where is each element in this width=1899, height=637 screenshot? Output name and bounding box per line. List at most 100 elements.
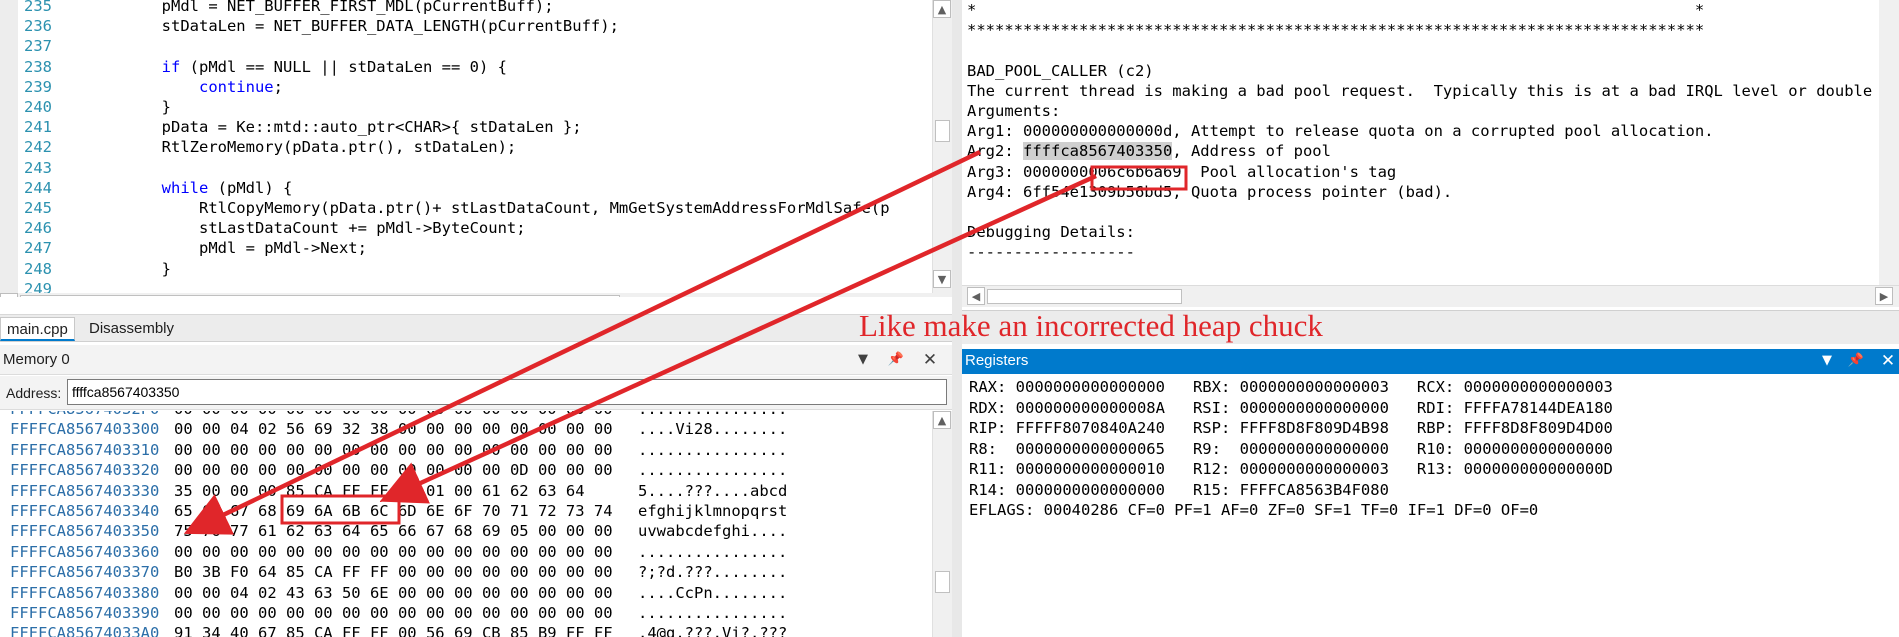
table-row: FFFFCA85674033A0 91 34 40 67 85 CA FF FF … <box>0 623 930 637</box>
memory-ascii: ................ <box>638 411 787 419</box>
scroll-right-icon[interactable]: ▶ <box>1875 287 1893 305</box>
code-line: 238 if (pMdl == NULL || stDataLen == 0) … <box>0 57 930 77</box>
memory-ascii: ?;?d.???........ <box>638 563 788 582</box>
scroll-left-icon[interactable]: ◀ <box>0 293 18 297</box>
code-line: 247 pMdl = pMdl->Next; <box>0 238 930 258</box>
memory-hex-bytes[interactable]: 00 00 00 00 00 00 00 00 00 00 00 00 00 0… <box>174 542 613 562</box>
memory-ascii: ....CcPn........ <box>638 583 788 602</box>
code-text-rest: (pMdl) { <box>208 178 293 197</box>
code-text: } <box>87 98 171 116</box>
registers-view[interactable]: RAX: 0000000000000000 RBX: 0000000000000… <box>962 375 1899 637</box>
code-line: 246 stLastDataCount += pMdl->ByteCount; <box>0 218 930 238</box>
code-editor[interactable]: 235 pMdl = NET_BUFFER_FIRST_MDL(pCurrent… <box>0 0 952 297</box>
code-keyword: continue <box>198 77 274 96</box>
memory-scroll-thumb[interactable] <box>935 571 950 593</box>
code-text: pMdl = pMdl->Next; <box>87 239 367 258</box>
line-number: 237 <box>24 37 52 56</box>
tab-main-cpp[interactable]: main.cpp <box>0 317 75 341</box>
code-text: if (pMdl == NULL || stDataLen == 0) { <box>87 57 507 77</box>
memory-hex-bytes[interactable]: 00 00 00 00 00 00 00 00 00 00 00 00 00 0… <box>174 411 613 419</box>
line-number: 244 <box>24 178 52 197</box>
debugger-command-output[interactable]: * * *************************************… <box>962 0 1899 312</box>
pin-icon[interactable]: 📌 <box>1846 351 1866 371</box>
code-line: 235 pMdl = NET_BUFFER_FIRST_MDL(pCurrent… <box>0 0 930 16</box>
selected-pool-address[interactable]: ffffca8567403350 <box>1023 142 1173 161</box>
scroll-left-icon[interactable]: ◀ <box>967 287 985 305</box>
code-line: 239 continue; <box>0 77 930 97</box>
memory-ascii: ................ <box>638 461 788 480</box>
scroll-down-icon[interactable]: ▼ <box>933 270 951 288</box>
memory-ascii: ....Vi28........ <box>638 420 788 439</box>
output-line-rest: , Address of pool <box>1172 142 1331 161</box>
memory-address: FFFFCA8567403390 <box>10 604 160 622</box>
code-keyword: if <box>161 57 181 76</box>
pin-icon[interactable]: 📌 <box>886 350 906 370</box>
memory-hex-bytes[interactable]: 00 00 00 00 00 00 00 00 00 00 00 00 00 0… <box>174 603 613 623</box>
output-line: * * <box>967 1 1705 19</box>
tab-disassembly[interactable]: Disassembly <box>83 317 180 341</box>
memory-address: FFFFCA8567403350 <box>10 522 160 541</box>
memory-hex-bytes[interactable]: 75 76 77 61 62 63 64 65 66 67 68 69 05 0… <box>174 521 613 541</box>
table-row: FFFFCA8567403390 00 00 00 00 00 00 00 00 … <box>0 603 930 623</box>
editor-horizontal-scrollbar[interactable]: ◀ <box>0 293 952 297</box>
memory-hex-bytes[interactable]: B0 3B F0 64 85 CA FF FF 00 00 00 00 00 0… <box>174 562 613 582</box>
line-number: 246 <box>24 219 52 238</box>
register-line: RAX: 0000000000000000 RBX: 0000000000000… <box>969 378 1613 396</box>
code-line: 242 RtlZeroMemory(pData.ptr(), stDataLen… <box>0 137 930 157</box>
memory-hex-bytes[interactable]: 00 00 04 02 43 63 50 6E 00 00 00 00 00 0… <box>174 583 613 603</box>
output-hscroll-thumb[interactable] <box>987 289 1182 304</box>
code-text-rest: (pMdl == NULL || stDataLen == 0) { <box>180 57 507 76</box>
editor-scroll-thumb[interactable] <box>935 120 950 142</box>
output-line: Arg2: ffffca8567403350, Address of pool <box>967 141 1331 161</box>
registers-pane-title: Registers <box>965 352 1029 369</box>
memory-vertical-scrollbar[interactable]: ▲ <box>932 411 952 637</box>
table-row: FFFFCA8567403310 00 00 00 00 00 00 00 00 … <box>0 440 930 460</box>
memory-address: FFFFCA8567403330 <box>10 481 160 500</box>
code-text-rest: ; <box>273 77 283 96</box>
memory-hex-bytes[interactable]: 35 00 00 00 85 CA FF FF 00 01 00 61 62 6… <box>174 481 585 501</box>
output-vertical-scrollbar[interactable] <box>1879 0 1899 285</box>
memory-hex-bytes[interactable]: 65 66 67 68 69 6A 6B 6C 6D 6E 6F 70 71 7… <box>174 501 613 521</box>
table-row: FFFFCA8567403350 75 76 77 61 62 63 64 65 … <box>0 521 930 541</box>
scroll-up-icon[interactable]: ▲ <box>933 411 951 429</box>
code-keyword: while <box>161 178 209 197</box>
line-number: 242 <box>24 138 52 157</box>
output-line: ****************************************… <box>967 21 1705 40</box>
code-line: 240 } <box>0 97 930 117</box>
address-input-value: ffffca8567403350 <box>72 384 180 400</box>
memory-ascii: ................ <box>638 440 788 459</box>
chevron-down-icon[interactable]: ▼ <box>1817 351 1837 371</box>
editor-hscroll-thumb[interactable] <box>20 295 620 297</box>
output-line: The current thread is making a bad pool … <box>967 81 1873 100</box>
memory-address: FFFFCA8567403310 <box>10 440 160 459</box>
memory-pane-title: Memory 0 <box>3 351 70 368</box>
memory-address: FFFFCA8567403370 <box>10 563 160 582</box>
output-horizontal-scrollbar[interactable]: ◀ ▶ <box>962 285 1899 307</box>
scroll-up-icon[interactable]: ▲ <box>933 0 951 18</box>
table-row: FFFFCA8567403340 65 66 67 68 69 6A 6B 6C … <box>0 501 930 521</box>
output-line: Arg4: 6ff54e1309b56bd5, Quota process po… <box>967 182 1453 201</box>
code-line: 244 while (pMdl) { <box>0 178 930 198</box>
editor-vertical-scrollbar[interactable]: ▲ ▼ <box>932 0 952 293</box>
memory-hex-bytes[interactable]: 00 00 00 00 00 00 00 00 00 00 00 00 0D 0… <box>174 460 613 480</box>
register-line: R14: 0000000000000000 R15: FFFFCA8563B4F… <box>969 480 1389 499</box>
address-input[interactable]: ffffca8567403350 <box>67 379 947 405</box>
close-icon[interactable]: ✕ <box>1878 351 1898 371</box>
register-line: R8: 0000000000000065 R9: 000000000000000… <box>969 439 1613 458</box>
memory-hex-bytes[interactable]: 00 00 04 02 56 69 32 38 00 00 00 00 00 0… <box>174 419 613 439</box>
code-line: 243 <box>0 158 930 178</box>
register-line: EFLAGS: 00040286 CF=0 PF=1 AF=0 ZF=0 SF=… <box>969 501 1539 519</box>
memory-hex-bytes[interactable]: 00 00 00 00 00 00 00 00 00 00 00 00 00 0… <box>174 440 613 460</box>
memory-hex-bytes[interactable]: 91 34 40 67 85 CA FF FF 00 56 69 CB 85 B… <box>174 623 613 637</box>
line-number: 247 <box>24 239 52 258</box>
output-line: Debugging Details: <box>967 223 1135 242</box>
memory-ascii: efghijklmnopqrst <box>638 502 788 520</box>
close-icon[interactable]: ✕ <box>920 350 940 370</box>
table-row: FFFFCA8567403330 35 00 00 00 85 CA FF FF … <box>0 481 930 501</box>
chevron-down-icon[interactable]: ▼ <box>853 350 873 370</box>
memory-dump[interactable]: FFFFCA85674032F0 00 00 00 00 00 00 00 00 … <box>0 411 952 637</box>
code-line: 248 } <box>0 259 930 279</box>
address-label: Address: <box>6 385 62 401</box>
line-number: 241 <box>24 118 52 137</box>
code-text: } <box>87 259 171 278</box>
